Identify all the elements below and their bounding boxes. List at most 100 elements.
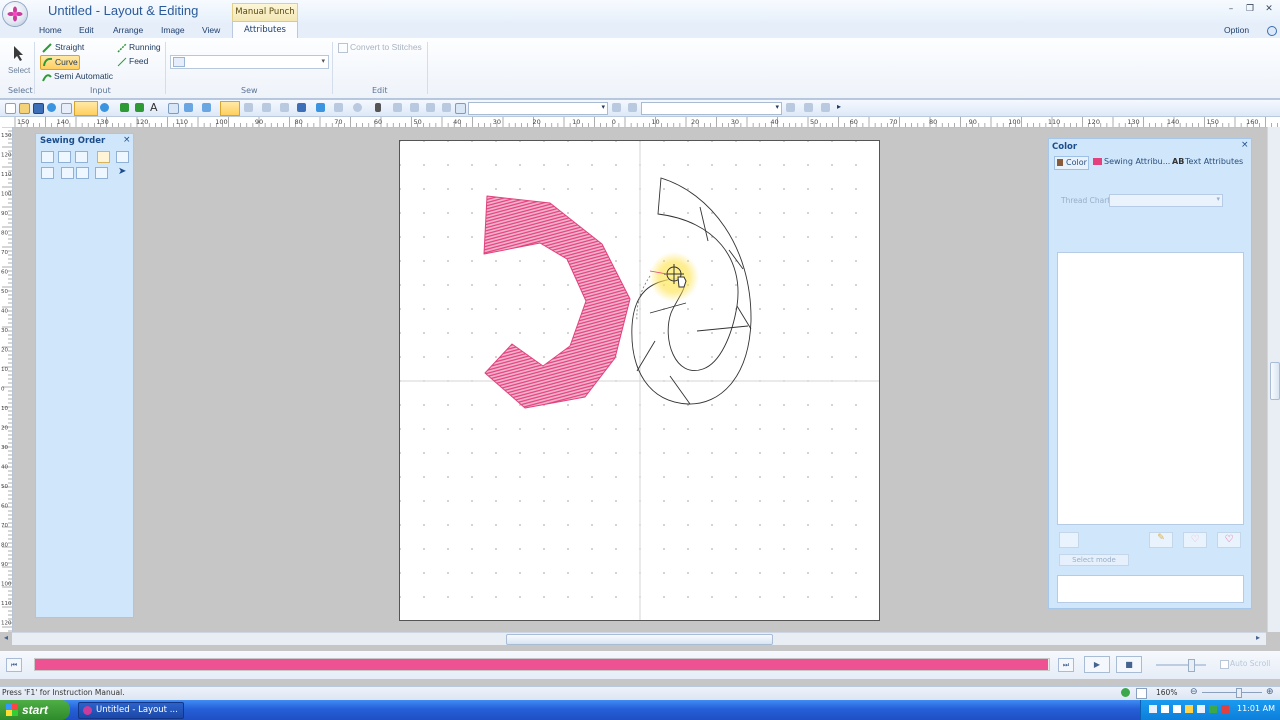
refresh-icon[interactable] xyxy=(1121,688,1130,697)
close-button[interactable]: ✕ xyxy=(1262,2,1276,16)
restore-button[interactable]: ❐ xyxy=(1243,2,1257,16)
tool-icon[interactable] xyxy=(410,103,419,112)
input-curve-button[interactable]: Curve xyxy=(40,55,80,70)
color-action-button[interactable] xyxy=(1059,532,1079,548)
tool-icon[interactable] xyxy=(244,103,253,112)
sphere-icon[interactable] xyxy=(100,103,109,112)
tool-icon[interactable] xyxy=(262,103,271,112)
tray-icon[interactable] xyxy=(1173,705,1181,713)
tray-icon[interactable] xyxy=(1185,705,1193,713)
color-apply-button[interactable]: ✎ xyxy=(1149,532,1173,548)
sewing-order-tool-button[interactable] xyxy=(41,151,54,163)
tool-icon[interactable] xyxy=(426,103,435,112)
color-list[interactable] xyxy=(1057,252,1244,525)
minimize-button[interactable]: – xyxy=(1224,2,1238,16)
active-tool-button[interactable] xyxy=(220,101,240,116)
sewing-order-tool-button[interactable] xyxy=(75,151,88,163)
stop-button[interactable]: ■ xyxy=(1116,656,1142,673)
pointer-arrow-icon[interactable]: ➤ xyxy=(118,166,126,177)
vertical-scroll-thumb[interactable] xyxy=(1270,362,1280,400)
sewing-order-tool-button[interactable] xyxy=(95,167,108,179)
select-button[interactable] xyxy=(9,44,27,68)
thread-chart-dropdown[interactable]: ▾ xyxy=(1109,194,1223,207)
shape-icon[interactable] xyxy=(184,103,193,112)
sewing-order-tool-button[interactable] xyxy=(41,167,54,179)
sew-type-dropdown[interactable]: ▾ xyxy=(170,55,329,69)
start-button[interactable]: start xyxy=(0,700,70,720)
vertical-scrollbar[interactable] xyxy=(1267,127,1280,632)
tool-icon[interactable] xyxy=(280,103,289,112)
skip-start-icon[interactable]: ⏮ xyxy=(6,658,22,672)
skip-end-icon[interactable]: ⏭ xyxy=(1058,658,1074,672)
group-icon[interactable] xyxy=(316,103,325,112)
play-button[interactable]: ▶ xyxy=(1084,656,1110,673)
volume-icon[interactable] xyxy=(1197,705,1205,713)
fit-page-icon[interactable] xyxy=(1136,688,1147,699)
help-icon[interactable] xyxy=(1267,26,1277,36)
align-icon[interactable] xyxy=(297,103,306,112)
input-semi-automatic-button[interactable]: Semi Automatic xyxy=(42,71,117,83)
input-feed-button[interactable]: Feed xyxy=(117,56,157,68)
tab-arrange[interactable]: Arrange xyxy=(113,23,143,37)
app-menu-orb-icon[interactable] xyxy=(3,2,27,26)
tray-icon[interactable] xyxy=(1209,705,1217,713)
zoom-icon[interactable] xyxy=(353,103,362,112)
option-menu[interactable]: Option xyxy=(1224,23,1249,37)
frame-icon[interactable] xyxy=(168,103,179,114)
sewing-order-tool-button[interactable] xyxy=(116,151,129,163)
tool-icon[interactable] xyxy=(455,103,466,114)
zoom-slider-thumb[interactable] xyxy=(1236,688,1242,698)
tab-view[interactable]: View xyxy=(202,23,220,37)
heart-icon[interactable]: ♡ xyxy=(1217,532,1241,548)
circle-tool-icon[interactable] xyxy=(47,103,56,112)
tab-color[interactable]: Color xyxy=(1054,156,1089,170)
tool-icon[interactable] xyxy=(804,103,813,112)
arrow-green-2-icon[interactable] xyxy=(135,103,144,112)
tab-image[interactable]: Image xyxy=(161,23,185,37)
tab-sewing-attributes[interactable]: Sewing Attribu... xyxy=(1092,156,1170,168)
heart-outline-icon[interactable]: ♡ xyxy=(1183,532,1207,548)
input-straight-button[interactable]: Straight xyxy=(42,42,112,54)
design-canvas[interactable] xyxy=(399,140,880,621)
tool-icon[interactable] xyxy=(612,103,621,112)
tab-attributes[interactable]: Attributes xyxy=(232,21,298,39)
input-running-button[interactable]: Running xyxy=(117,42,167,54)
tray-icon[interactable] xyxy=(1149,705,1157,713)
manual-punch-toolbar-button[interactable] xyxy=(74,101,98,116)
select-mode-button[interactable]: Select mode xyxy=(1059,554,1129,566)
tool-icon[interactable] xyxy=(628,103,637,112)
zoom-in-icon[interactable]: ⊕ xyxy=(1266,687,1274,697)
font-combo[interactable]: ▾ xyxy=(468,102,608,115)
taskbar-item-untitled[interactable]: Untitled - Layout ... xyxy=(78,702,184,719)
sewing-order-tool-button[interactable] xyxy=(76,167,89,179)
new-file-icon[interactable] xyxy=(5,103,16,114)
close-icon[interactable]: × xyxy=(1241,140,1249,150)
tool-icon[interactable] xyxy=(786,103,795,112)
text-tool-icon[interactable]: A xyxy=(150,101,158,114)
tray-icon[interactable] xyxy=(1161,705,1169,713)
sewing-order-tool-button[interactable] xyxy=(61,167,74,179)
arrow-green-icon[interactable] xyxy=(120,103,129,112)
shape2-icon[interactable] xyxy=(202,103,211,112)
tool-icon[interactable] xyxy=(393,103,402,112)
horizontal-scroll-thumb[interactable] xyxy=(506,634,773,645)
tool-icon[interactable] xyxy=(442,103,451,112)
zoom-out-icon[interactable]: ⊖ xyxy=(1190,687,1198,697)
open-folder-icon[interactable] xyxy=(19,103,30,114)
zoom-slider[interactable] xyxy=(1202,692,1262,693)
rectangle-tool-icon[interactable] xyxy=(61,103,72,114)
lock-icon[interactable] xyxy=(97,151,110,163)
scroll-right-icon[interactable]: ▸ xyxy=(1256,633,1260,642)
tab-edit[interactable]: Edit xyxy=(79,23,94,37)
speed-slider[interactable] xyxy=(1156,664,1206,666)
scroll-left-icon[interactable]: ◂ xyxy=(4,633,8,642)
close-icon[interactable]: × xyxy=(123,135,131,145)
horizontal-scrollbar[interactable] xyxy=(12,632,1266,645)
tab-text-attributes[interactable]: AB Text Attributes xyxy=(1172,156,1248,168)
auto-scroll-checkbox[interactable] xyxy=(1220,660,1229,669)
tab-home[interactable]: Home xyxy=(39,23,62,37)
save-icon[interactable] xyxy=(33,103,44,114)
tool-icon[interactable] xyxy=(821,103,830,112)
sewing-order-tool-button[interactable] xyxy=(58,151,71,163)
tool-icon[interactable] xyxy=(334,103,343,112)
